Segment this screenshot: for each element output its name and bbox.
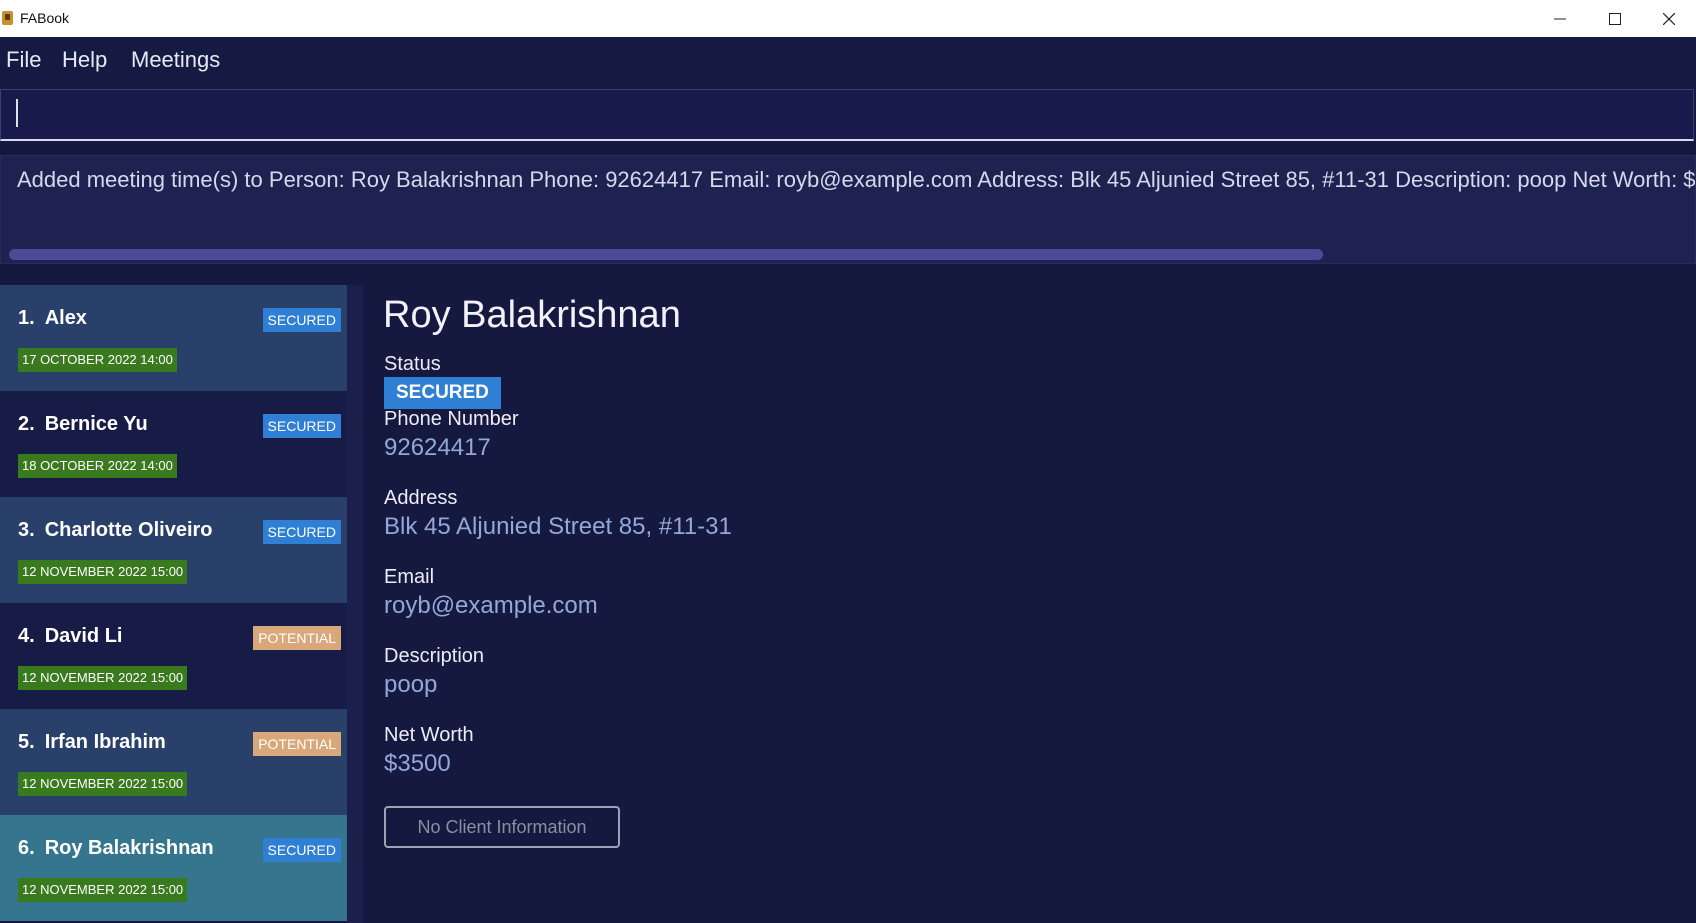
- status-badge: SECURED: [262, 308, 341, 332]
- maximize-icon: [1609, 12, 1621, 25]
- person-name: 4. David Li: [18, 625, 122, 648]
- email-value: royb@example.com: [384, 592, 598, 619]
- person-index: 3.: [18, 519, 35, 541]
- status-badge: SECURED: [262, 838, 341, 862]
- person-card-5[interactable]: 5. Irfan Ibrahim POTENTIAL 12 NOVEMBER 20…: [0, 709, 347, 815]
- title-bar: FABook: [0, 0, 1696, 38]
- address-label: Address: [384, 487, 458, 509]
- meeting-badge: 12 NOVEMBER 2022 15:00: [18, 878, 188, 902]
- person-card-2[interactable]: 2. Bernice Yu SECURED 18 OCTOBER 2022 14:…: [0, 391, 347, 497]
- address-value: Blk 45 Aljunied Street 85, #11-31: [384, 513, 732, 540]
- menu-file[interactable]: File: [6, 47, 41, 73]
- status-badge: POTENTIAL: [253, 626, 341, 650]
- minimize-icon: [1554, 18, 1566, 19]
- description-label: Description: [384, 645, 485, 667]
- meeting-badge: 12 NOVEMBER 2022 15:00: [18, 560, 188, 584]
- detail-status-badge: SECURED: [384, 377, 501, 409]
- meeting-badge: 12 NOVEMBER 2022 15:00: [18, 772, 188, 796]
- horizontal-scrollbar[interactable]: [9, 249, 1323, 260]
- phone-label: Phone Number: [384, 408, 519, 430]
- command-input[interactable]: [15, 98, 1679, 132]
- meeting-badge: 18 OCTOBER 2022 14:00: [18, 454, 177, 478]
- networth-label: Net Worth: [384, 724, 474, 746]
- client-info-button[interactable]: No Client Information: [384, 806, 620, 848]
- person-name: 6. Roy Balakrishnan: [18, 837, 214, 860]
- email-label: Email: [384, 566, 435, 588]
- meeting-badge: 12 NOVEMBER 2022 15:00: [18, 666, 188, 690]
- command-box[interactable]: [0, 89, 1694, 141]
- person-name: 5. Irfan Ibrahim: [18, 731, 166, 754]
- result-display: Added meeting time(s) to Person: Roy Bal…: [0, 155, 1696, 264]
- close-button[interactable]: [1640, 0, 1696, 37]
- person-index: 2.: [18, 413, 35, 435]
- person-name-text: Alex: [44, 307, 87, 329]
- split-divider[interactable]: [347, 285, 363, 923]
- menu-bar: File Help Meetings: [0, 37, 1696, 83]
- person-index: 5.: [18, 731, 35, 753]
- person-index: 4.: [18, 625, 35, 647]
- phone-value: 92624417: [384, 434, 491, 461]
- minimize-button[interactable]: [1531, 0, 1589, 37]
- app-icon: [2, 11, 13, 25]
- person-card-3[interactable]: 3. Charlotte Oliveiro SECURED 12 NOVEMBER…: [0, 497, 347, 603]
- person-card-1[interactable]: 1. Alex SECURED 17 OCTOBER 2022 14:00: [0, 285, 347, 391]
- menu-help[interactable]: Help: [62, 47, 107, 73]
- person-list: 1. Alex SECURED 17 OCTOBER 2022 14:00 2. B…: [0, 285, 347, 923]
- text-cursor: [16, 99, 18, 127]
- person-name-text: Irfan Ibrahim: [44, 731, 166, 753]
- networth-value: $3500: [384, 750, 451, 777]
- person-name-text: Charlotte Oliveiro: [44, 519, 213, 541]
- person-name-text: Roy Balakrishnan: [44, 837, 214, 859]
- person-detail: Roy Balakrishnan Status SECURED Phone Nu…: [363, 275, 1696, 923]
- result-text: Added meeting time(s) to Person: Roy Bal…: [17, 167, 1696, 192]
- person-index: 1.: [18, 307, 35, 329]
- description-value: poop: [384, 671, 438, 698]
- menu-meetings[interactable]: Meetings: [131, 47, 220, 73]
- person-name: 1. Alex: [18, 307, 87, 330]
- meeting-badge: 17 OCTOBER 2022 14:00: [18, 348, 177, 372]
- person-card-4[interactable]: 4. David Li POTENTIAL 12 NOVEMBER 2022 15…: [0, 603, 347, 709]
- status-badge: POTENTIAL: [253, 732, 341, 756]
- status-label: Status: [384, 353, 441, 375]
- person-card-6-selected[interactable]: 6. Roy Balakrishnan SECURED 12 NOVEMBER 2…: [0, 815, 347, 921]
- person-name-text: David Li: [44, 625, 123, 647]
- person-name-text: Bernice Yu: [44, 413, 148, 435]
- maximize-button[interactable]: [1586, 0, 1644, 37]
- window-title: FABook: [20, 10, 70, 26]
- person-name: 2. Bernice Yu: [18, 413, 148, 436]
- detail-name: Roy Balakrishnan: [383, 294, 681, 336]
- person-name: 3. Charlotte Oliveiro: [18, 519, 213, 542]
- status-badge: SECURED: [262, 520, 341, 544]
- close-icon: [1663, 12, 1675, 25]
- status-badge: SECURED: [262, 414, 341, 438]
- person-index: 6.: [18, 837, 35, 859]
